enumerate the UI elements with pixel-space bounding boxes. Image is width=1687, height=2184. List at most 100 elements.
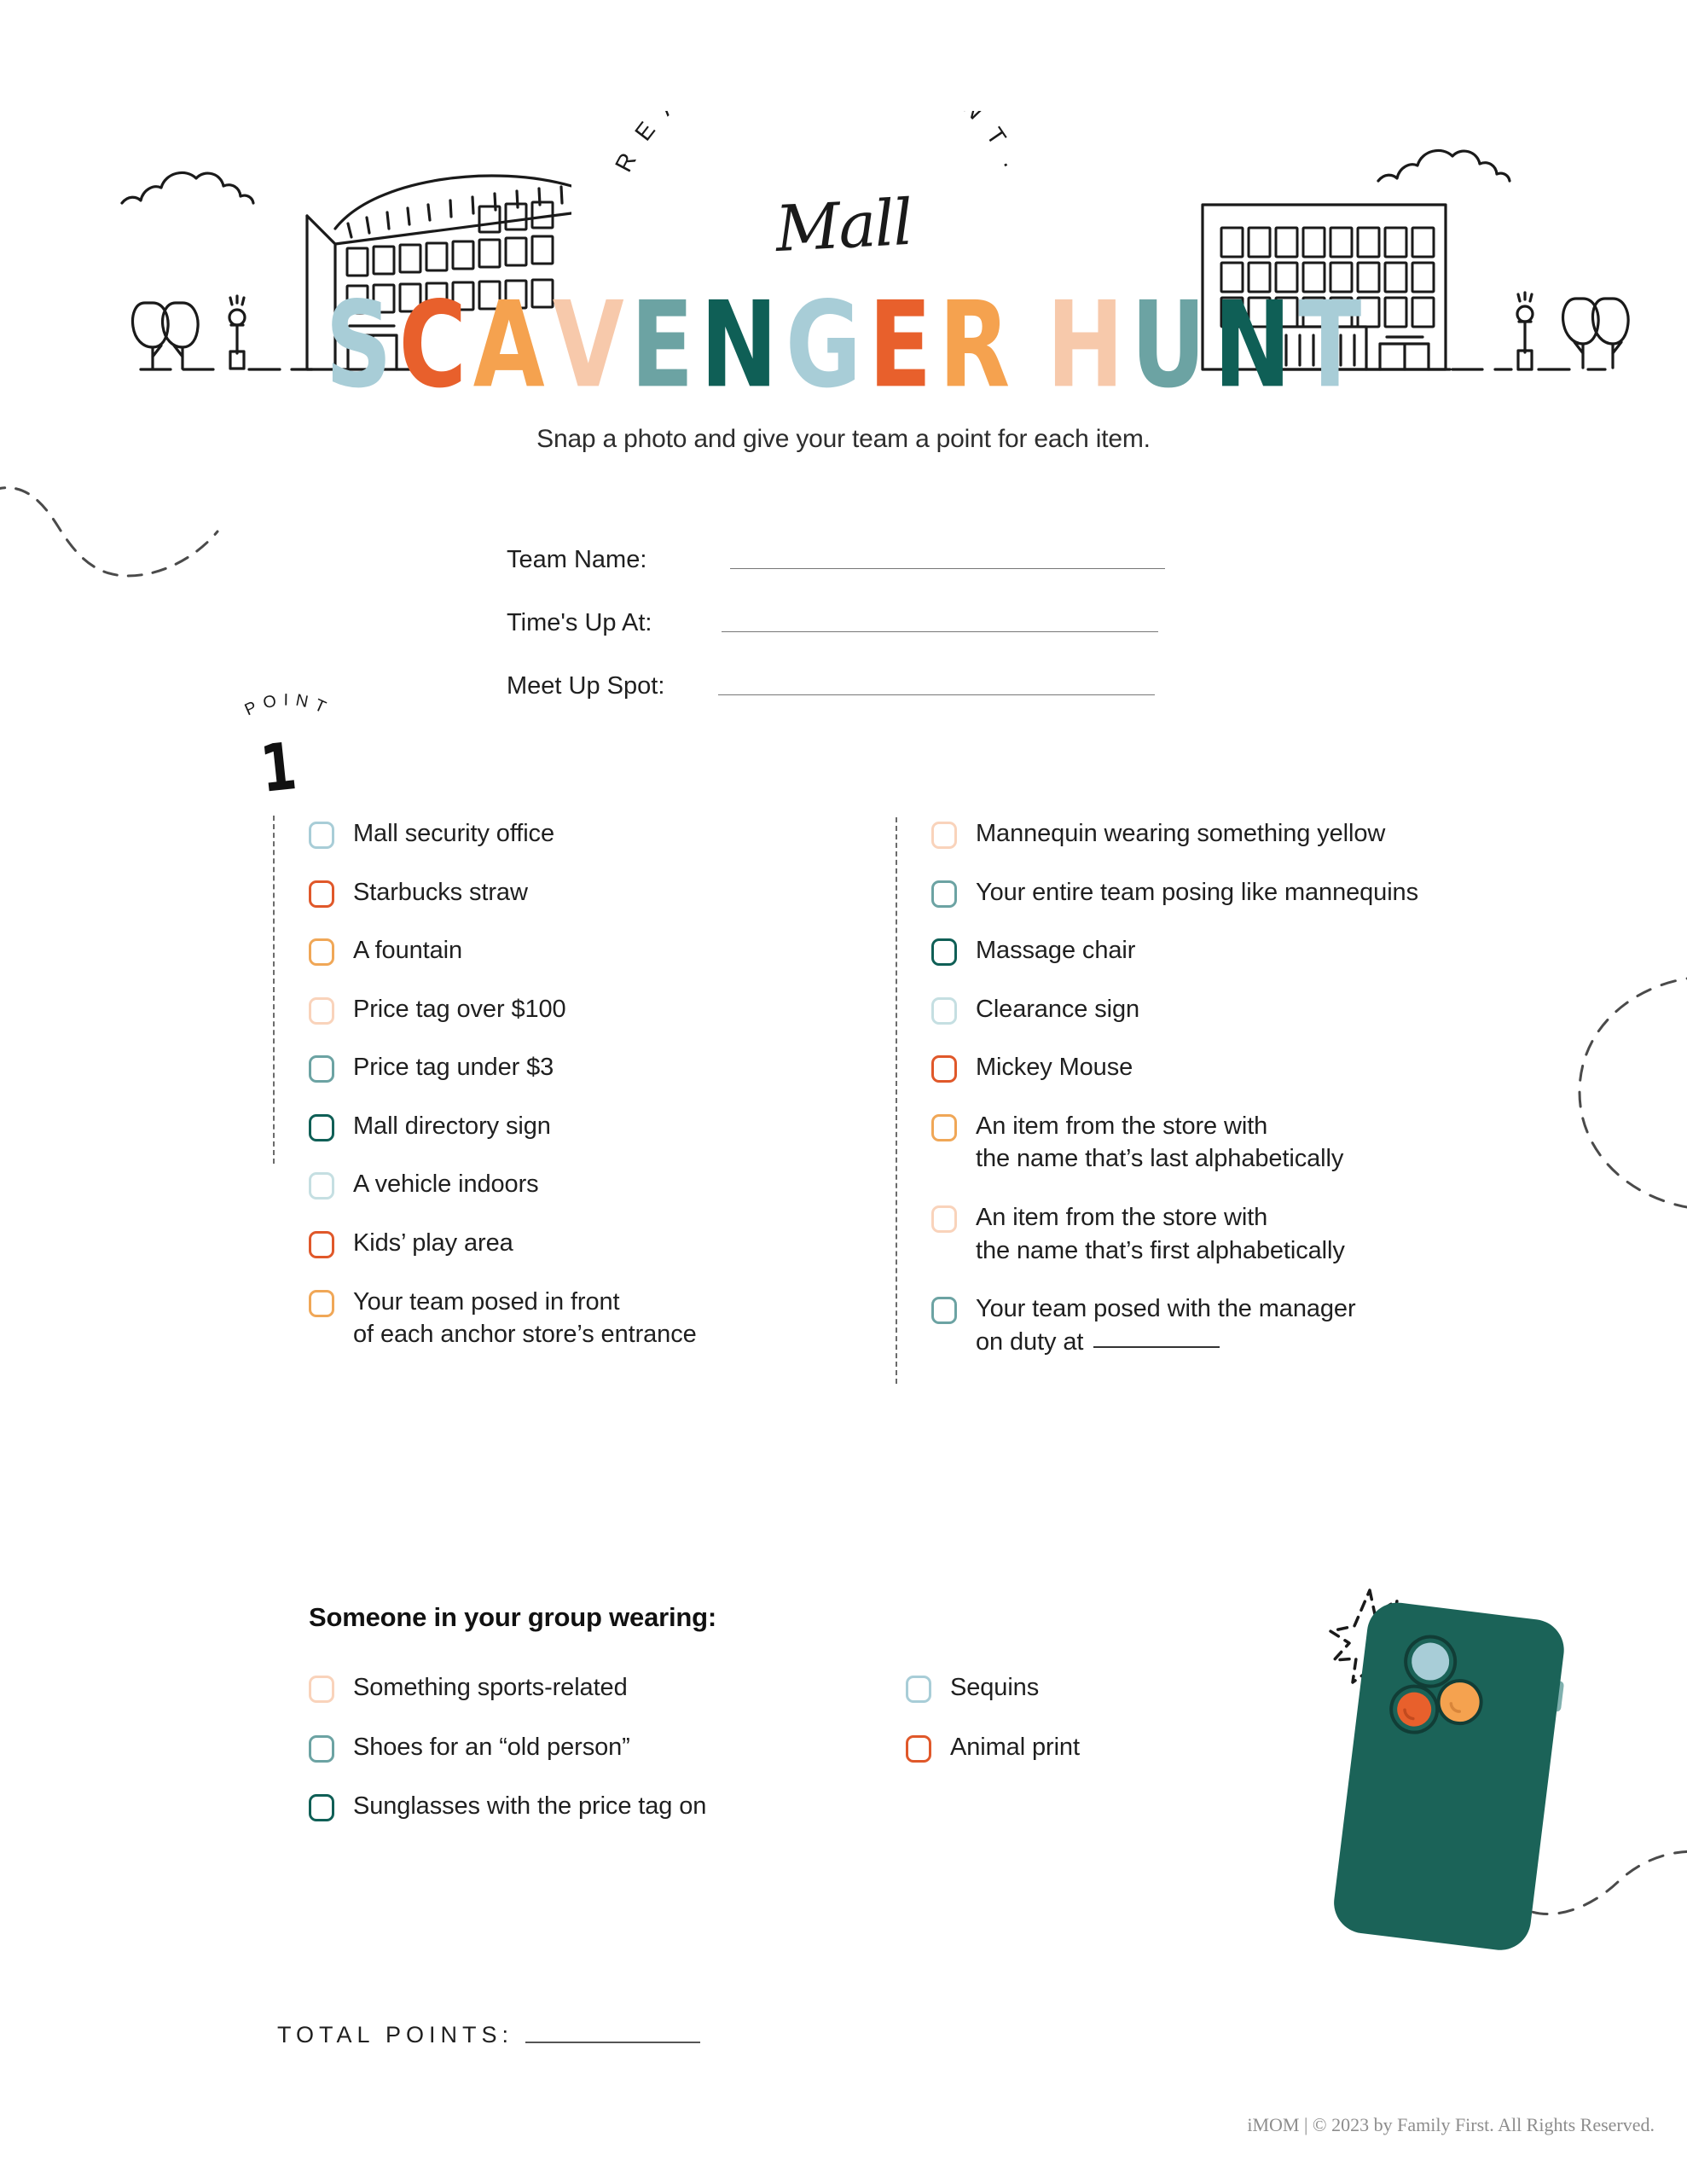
page-subtitle: Snap a photo and give your team a point … — [536, 425, 1151, 453]
checklist-item-label: Sequins — [950, 1674, 1040, 1701]
wearing-section-title: Someone in your group wearing: — [309, 1602, 716, 1632]
checklist-item-label: A vehicle indoors — [353, 1170, 539, 1199]
fill-in-blank[interactable] — [1093, 1345, 1220, 1348]
checkbox-icon[interactable] — [309, 1113, 334, 1141]
checkbox-icon[interactable] — [309, 1734, 334, 1763]
point-word-text: POINT — [242, 690, 328, 719]
svg-text:POINT: POINT — [242, 690, 335, 719]
checkbox-icon[interactable] — [309, 1230, 334, 1258]
checklist-item[interactable]: Mannequin wearing something yellow — [931, 817, 1527, 851]
checklist-item[interactable]: A fountain — [309, 934, 870, 967]
title-letter-11: U — [1131, 275, 1208, 415]
checkbox-icon[interactable] — [309, 1172, 334, 1200]
checkbox-icon[interactable] — [906, 1734, 931, 1763]
title-letter-5: N — [700, 275, 780, 415]
checklist-item[interactable]: Mall directory sign — [309, 1110, 870, 1143]
checklist-item-label: Starbucks straw — [353, 878, 528, 906]
wearing-column-left: Something sports-related Shoes for an “ol… — [309, 1671, 906, 1850]
checklist-item[interactable]: Your team posed with the manager on duty … — [931, 1292, 1527, 1358]
checkbox-icon[interactable] — [309, 996, 334, 1025]
checklist-item-label: Sunglasses with the price tag on — [353, 1792, 707, 1821]
checklist-column-left: Mall security office Starbucks straw A fou… — [273, 816, 870, 1384]
team-info-form: Team Name: Time's Up At: Meet Up Spot: — [507, 546, 1189, 735]
checkbox-icon[interactable] — [309, 1794, 334, 1822]
checklist-item[interactable]: Price tag over $100 — [309, 993, 870, 1026]
checklist-item-label: Your entire team posing like mannequins — [976, 878, 1418, 906]
checkbox-icon[interactable] — [931, 996, 957, 1025]
dashed-circle-right — [1578, 977, 1687, 1209]
checklist-item-label: Mannequin wearing something yellow — [976, 820, 1386, 847]
title-letter-10: H — [1046, 275, 1125, 415]
point-value-badge: POINT 1 — [212, 687, 365, 815]
checkbox-icon[interactable] — [931, 1055, 957, 1083]
wearing-column-right: Sequins Animal print — [906, 1671, 1298, 1850]
checklist-item-label: Animal print — [950, 1733, 1080, 1761]
checklist-item[interactable]: Clearance sign — [931, 993, 1527, 1026]
field-row-team-name: Team Name: — [507, 546, 1189, 574]
checkbox-icon[interactable] — [309, 1055, 334, 1083]
checklist-item-label: A fountain — [353, 937, 462, 965]
label-team-name: Team Name: — [507, 546, 647, 573]
checklist-item-label: Your team posed with the manager on duty … — [976, 1295, 1356, 1356]
checklist-item-label: Mall security office — [353, 820, 554, 847]
checklist-item[interactable]: A vehicle indoors — [309, 1168, 870, 1201]
title-letter-0: S — [325, 275, 393, 415]
svg-text:R E A D Y . S E T . H U N: R E A D Y . S E T . H U N T . — [610, 111, 1028, 176]
checklist-item-label: Shoes for an “old person” — [353, 1733, 630, 1761]
checklist-item[interactable]: Mickey Mouse — [931, 1051, 1527, 1084]
dashed-divider-left — [273, 816, 275, 1164]
checkbox-icon[interactable] — [931, 1205, 957, 1233]
checklist-item[interactable]: Shoes for an “old person” — [309, 1731, 906, 1764]
checklist-item-label: Clearance sign — [976, 995, 1140, 1023]
checklist-item[interactable]: An item from the store with the name that… — [931, 1201, 1527, 1267]
checklist-item-label: Something sports-related — [353, 1674, 628, 1701]
checkbox-icon[interactable] — [906, 1676, 931, 1703]
checklist-item[interactable]: Sequins — [906, 1671, 1298, 1705]
checklist-item[interactable]: Price tag under $3 — [309, 1051, 870, 1084]
point-number: 1 — [257, 728, 300, 807]
checklist-item[interactable]: Mall security office — [309, 817, 870, 851]
checklist-item-label: An item from the store with the name that… — [976, 1112, 1344, 1173]
checklist-item[interactable]: Your entire team posing like mannequins — [931, 876, 1527, 909]
checkbox-icon[interactable] — [309, 1676, 334, 1703]
dashed-squiggle-left — [0, 486, 219, 578]
page-header: R E A D Y . S E T . H U N T . Mall SCAVE… — [0, 0, 1687, 453]
title-letter-6: G — [786, 275, 863, 415]
field-row-times-up-at: Time's Up At: — [507, 609, 1189, 637]
checklist-item[interactable]: Massage chair — [931, 934, 1527, 967]
checkbox-icon[interactable] — [309, 880, 334, 908]
checklist-item-label: Massage chair — [976, 937, 1136, 965]
title-letter-7: E — [868, 275, 933, 415]
input-team-name[interactable] — [730, 568, 1165, 569]
checkbox-icon[interactable] — [931, 938, 957, 967]
title-letter-4: E — [630, 275, 695, 415]
worksheet-page: R E A D Y . S E T . H U N T . Mall SCAVE… — [0, 0, 1687, 2184]
checklist-item[interactable]: Something sports-related — [309, 1671, 906, 1705]
checkbox-icon[interactable] — [931, 822, 957, 849]
checklist-item[interactable]: Kids’ play area — [309, 1227, 870, 1260]
dashed-swoosh-bottom-right — [1510, 1850, 1687, 1915]
checkbox-icon[interactable] — [931, 1297, 957, 1325]
page-title: SCAVENGER HUNT — [0, 285, 1687, 404]
total-points-input[interactable] — [525, 2042, 701, 2043]
checklist-item[interactable]: Animal print — [906, 1731, 1298, 1764]
checkbox-icon[interactable] — [309, 938, 334, 967]
checklist-item-label: Your team posed in front of each anchor s… — [353, 1287, 697, 1349]
copyright-footer: iMOM | © 2023 by Family First. All Right… — [1247, 2114, 1655, 2135]
checklist-item[interactable]: Your team posed in front of each anchor s… — [309, 1286, 870, 1351]
input-times-up-at[interactable] — [722, 631, 1158, 632]
checklist-item-label: Mickey Mouse — [976, 1054, 1133, 1082]
phone-camera-illustration — [1329, 1589, 1564, 1950]
checkbox-icon[interactable] — [309, 1289, 334, 1317]
field-row-meet-up-spot: Meet Up Spot: — [507, 672, 1189, 700]
input-meet-up-spot[interactable] — [718, 694, 1155, 695]
checkbox-icon[interactable] — [931, 1113, 957, 1141]
checkbox-icon[interactable] — [309, 822, 334, 849]
checklist-item[interactable]: Starbucks straw — [309, 876, 870, 909]
wearing-section: Someone in your group wearing: Something… — [309, 1602, 1332, 1850]
label-times-up-at: Time's Up At: — [507, 609, 652, 636]
checklist-item[interactable]: Sunglasses with the price tag on — [309, 1790, 906, 1823]
checklist-item[interactable]: An item from the store with the name that… — [931, 1110, 1527, 1176]
dashed-divider-right — [896, 817, 897, 1385]
checkbox-icon[interactable] — [931, 880, 957, 908]
